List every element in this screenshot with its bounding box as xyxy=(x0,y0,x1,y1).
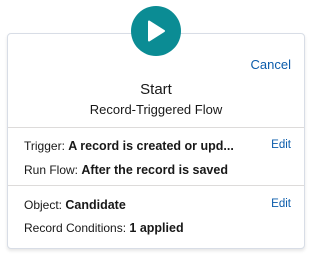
record-conditions-value: 1 applied xyxy=(129,221,184,235)
object-row: Object: Candidate xyxy=(24,198,126,212)
run-flow-value: After the record is saved xyxy=(81,163,228,177)
play-icon[interactable] xyxy=(131,6,181,56)
trigger-label: Trigger: xyxy=(24,139,65,153)
card-title: Start xyxy=(140,81,172,98)
run-flow-row: Run Flow: After the record is saved xyxy=(24,163,228,177)
record-conditions-row: Record Conditions: 1 applied xyxy=(24,221,184,235)
divider xyxy=(8,127,304,128)
card-subtitle: Record-Triggered Flow xyxy=(89,102,223,117)
record-conditions-label: Record Conditions: xyxy=(24,221,127,235)
flow-start-node: Cancel Start Record-Triggered Flow Edit … xyxy=(0,0,314,261)
play-icon-glyph xyxy=(148,20,165,42)
edit-object-link[interactable]: Edit xyxy=(271,198,291,210)
object-label: Object: xyxy=(24,198,63,212)
trigger-value: A record is created or upd... xyxy=(68,139,234,153)
trigger-row: Trigger: A record is created or upd... xyxy=(24,139,234,153)
divider xyxy=(8,185,304,186)
run-flow-label: Run Flow: xyxy=(24,163,79,177)
object-value: Candidate xyxy=(65,198,126,212)
cancel-link[interactable]: Cancel xyxy=(251,57,291,72)
start-card: Cancel Start Record-Triggered Flow Edit … xyxy=(7,33,305,249)
edit-trigger-link[interactable]: Edit xyxy=(271,139,291,151)
